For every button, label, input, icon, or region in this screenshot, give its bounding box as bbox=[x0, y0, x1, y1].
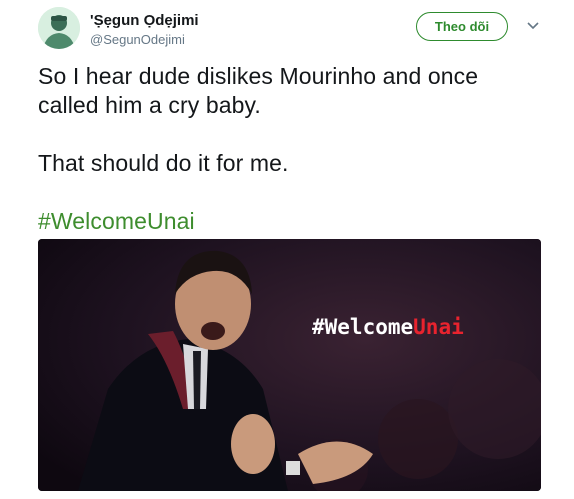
overlay-hashtag-part2: Unai bbox=[413, 315, 464, 339]
display-name[interactable]: 'Ṣẹgun Ọdẹjimi bbox=[90, 12, 199, 29]
tweet-line-2: called him a cry baby. bbox=[38, 92, 261, 118]
tweet-line-3: That should do it for me. bbox=[38, 150, 289, 176]
hashtag-link[interactable]: #WelcomeUnai bbox=[38, 207, 538, 236]
avatar-image bbox=[38, 7, 80, 49]
follow-button[interactable]: Theo dõi bbox=[416, 12, 508, 41]
tweet-text: So I hear dude dislikes Mourinho and onc… bbox=[38, 62, 538, 236]
user-handle[interactable]: @SegunOdejimi bbox=[90, 32, 185, 47]
tweet-media-photo[interactable]: #WelcomeUnai bbox=[38, 239, 541, 491]
tweet-line-1: So I hear dude dislikes Mourinho and onc… bbox=[38, 63, 479, 89]
overlay-hashtag: #WelcomeUnai bbox=[312, 315, 464, 339]
avatar[interactable] bbox=[38, 7, 80, 49]
overlay-hashtag-part1: #Welcome bbox=[312, 315, 414, 339]
photo-illustration bbox=[38, 239, 541, 491]
chevron-down-icon[interactable] bbox=[525, 17, 541, 33]
